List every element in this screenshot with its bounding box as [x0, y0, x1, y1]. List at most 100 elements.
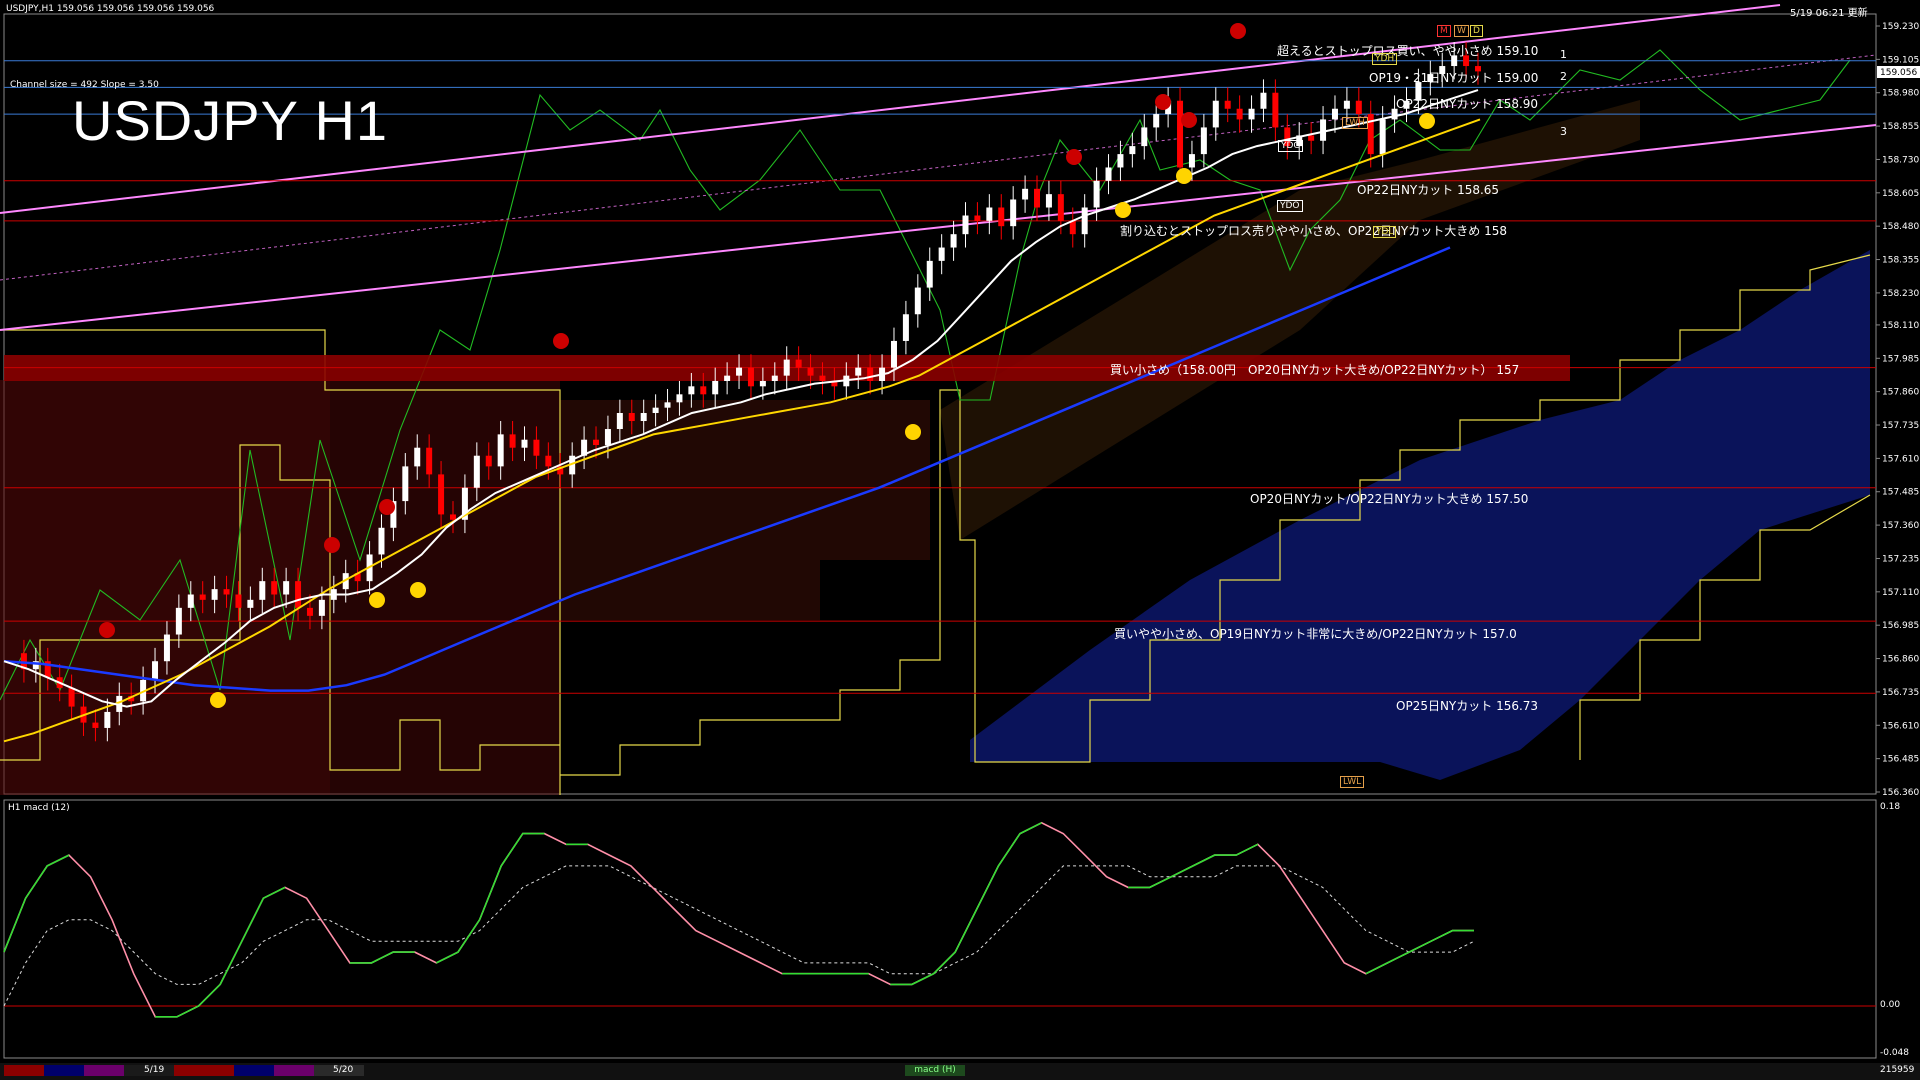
price-axis-label: 156.360 [1882, 788, 1919, 798]
candle-bear [1308, 135, 1315, 141]
candle-bear [545, 455, 552, 467]
price-axis-label: 158.355 [1882, 256, 1919, 266]
candle-bull [986, 207, 993, 221]
candle-bull [402, 466, 409, 502]
level-label-156-73: OP25日NYカット 156.73 [1396, 699, 1539, 713]
marker-m: M [1437, 25, 1451, 37]
price-axis-label: 157.985 [1882, 354, 1919, 364]
price-axis-label: 156.735 [1882, 688, 1919, 698]
candle-bull [926, 260, 933, 288]
candle-bull [187, 594, 194, 608]
price-axis-label: 157.610 [1882, 454, 1919, 464]
candle-bear [426, 447, 433, 475]
candle-bull [712, 380, 719, 395]
candle-bull [1343, 100, 1350, 109]
price-axis-label: 157.485 [1882, 488, 1919, 498]
candle-bull [1022, 188, 1029, 200]
candle-bull [1200, 127, 1207, 155]
session-strip [4, 1065, 364, 1076]
channel-level-1: 1 [1560, 48, 1567, 61]
candle-bull [1260, 92, 1267, 109]
candle-bull [1153, 114, 1160, 128]
candle-bull [104, 711, 111, 728]
level-label-158-90: OP22日NYカット 158.90 [1396, 97, 1539, 111]
macd-axis-bottom: -0.048 [1880, 1048, 1910, 1058]
candle-bull [664, 402, 671, 408]
candle-bull [1379, 119, 1386, 155]
level-label-157-00: 買いやや小さめ、OP19日NYカット非常に大きめ/OP22日NYカット 157.… [1114, 627, 1517, 641]
candle-bear [593, 439, 600, 446]
header-datetime: 5/19 06:21 更新 [1790, 8, 1868, 19]
candle-bear [271, 581, 278, 595]
price-axis-label: 157.235 [1882, 554, 1919, 564]
price-axis-label: 158.855 [1882, 122, 1919, 132]
candle-bull [1081, 207, 1088, 235]
marker-w: W [1454, 25, 1469, 37]
candle-bull [890, 340, 897, 368]
candle-bull [962, 215, 969, 235]
candle-bear [974, 215, 981, 221]
candle-bull [1010, 199, 1017, 227]
candle-bear [438, 474, 445, 515]
candle-bear [1355, 100, 1362, 115]
price-axis-label: 157.360 [1882, 521, 1919, 531]
channel-level-2: 2 [1560, 70, 1567, 83]
candle-bear [795, 359, 802, 368]
candle-bull [616, 413, 623, 430]
candle-bull [855, 367, 862, 376]
current-price-label: 159.056 [1880, 68, 1917, 78]
header-symbol-info: USDJPY,H1 159.056 159.056 159.056 159.05… [6, 4, 215, 14]
level-label-157-50: OP20日NYカット/OP22日NYカット大きめ 157.50 [1250, 492, 1529, 506]
price-axis-label: 157.110 [1882, 588, 1919, 598]
price-axis-label: 158.730 [1882, 155, 1919, 165]
candle-bull [1331, 108, 1338, 120]
candle-bear [485, 455, 492, 467]
macd-axis-zero: 0.00 [1880, 1000, 1901, 1010]
candle-bull [1105, 167, 1112, 181]
candle-bear [1272, 92, 1279, 128]
candle-bull [1212, 100, 1219, 128]
candle-bull [1045, 194, 1052, 208]
marker-lwh: LWH [1342, 117, 1368, 129]
candle-bull [163, 634, 170, 662]
candle-bear [449, 514, 456, 520]
candle-bull [914, 287, 921, 315]
candle-bull [676, 394, 683, 403]
marker-ydl: YDL [1373, 226, 1397, 238]
level-label-157-95: 買い小さめ（158.00円 OP20日NYカット大きめ/OP22日NYカット） … [1110, 363, 1520, 377]
price-axis-label: 157.860 [1882, 388, 1919, 398]
candle-bull [652, 407, 659, 414]
candle-bear [1069, 220, 1076, 235]
marker-d: D [1470, 25, 1483, 37]
candle-bull [1129, 146, 1136, 155]
marker-lwl: LWL [1340, 776, 1365, 788]
candle-bear [223, 589, 230, 595]
candle-bull [175, 607, 182, 635]
marker-ydc: YDC [1278, 140, 1303, 152]
price-axis-label: 156.485 [1882, 755, 1919, 765]
marker-ydh: YDH [1372, 53, 1398, 65]
candle-bull [902, 314, 909, 341]
chart-watermark: USDJPY H1 [72, 89, 389, 152]
time-counter: 215959 [1880, 1065, 1915, 1075]
candle-bull [688, 386, 695, 395]
macd-axis-top: 0.18 [1880, 802, 1901, 812]
candle-bull [1093, 180, 1100, 208]
price-axis-label: 157.735 [1882, 421, 1919, 431]
candle-bear [509, 434, 516, 448]
channel-level-3: 3 [1560, 125, 1567, 138]
level-label-158-50: 割り込むとストップロス売りやや小さめ、OP22日NYカット大きめ 158 [1120, 224, 1507, 238]
candle-bear [1224, 100, 1231, 109]
candle-bull [211, 589, 218, 600]
candle-bear [628, 413, 635, 422]
usdjpy-h1-chart: 159.230 159.105 158.980 158.855 158.730 158.6… [0, 0, 1920, 1080]
candle-bull [783, 359, 790, 376]
indicator-tab[interactable]: macd (H) [905, 1065, 965, 1076]
candle-bear [1057, 194, 1064, 221]
macd-title: H1 macd (12) [8, 803, 70, 813]
candle-bear [295, 581, 302, 608]
candle-bull [152, 661, 159, 680]
candle-bull [247, 599, 254, 608]
price-axis-label: 156.610 [1882, 721, 1919, 731]
candle-bear [807, 367, 814, 376]
